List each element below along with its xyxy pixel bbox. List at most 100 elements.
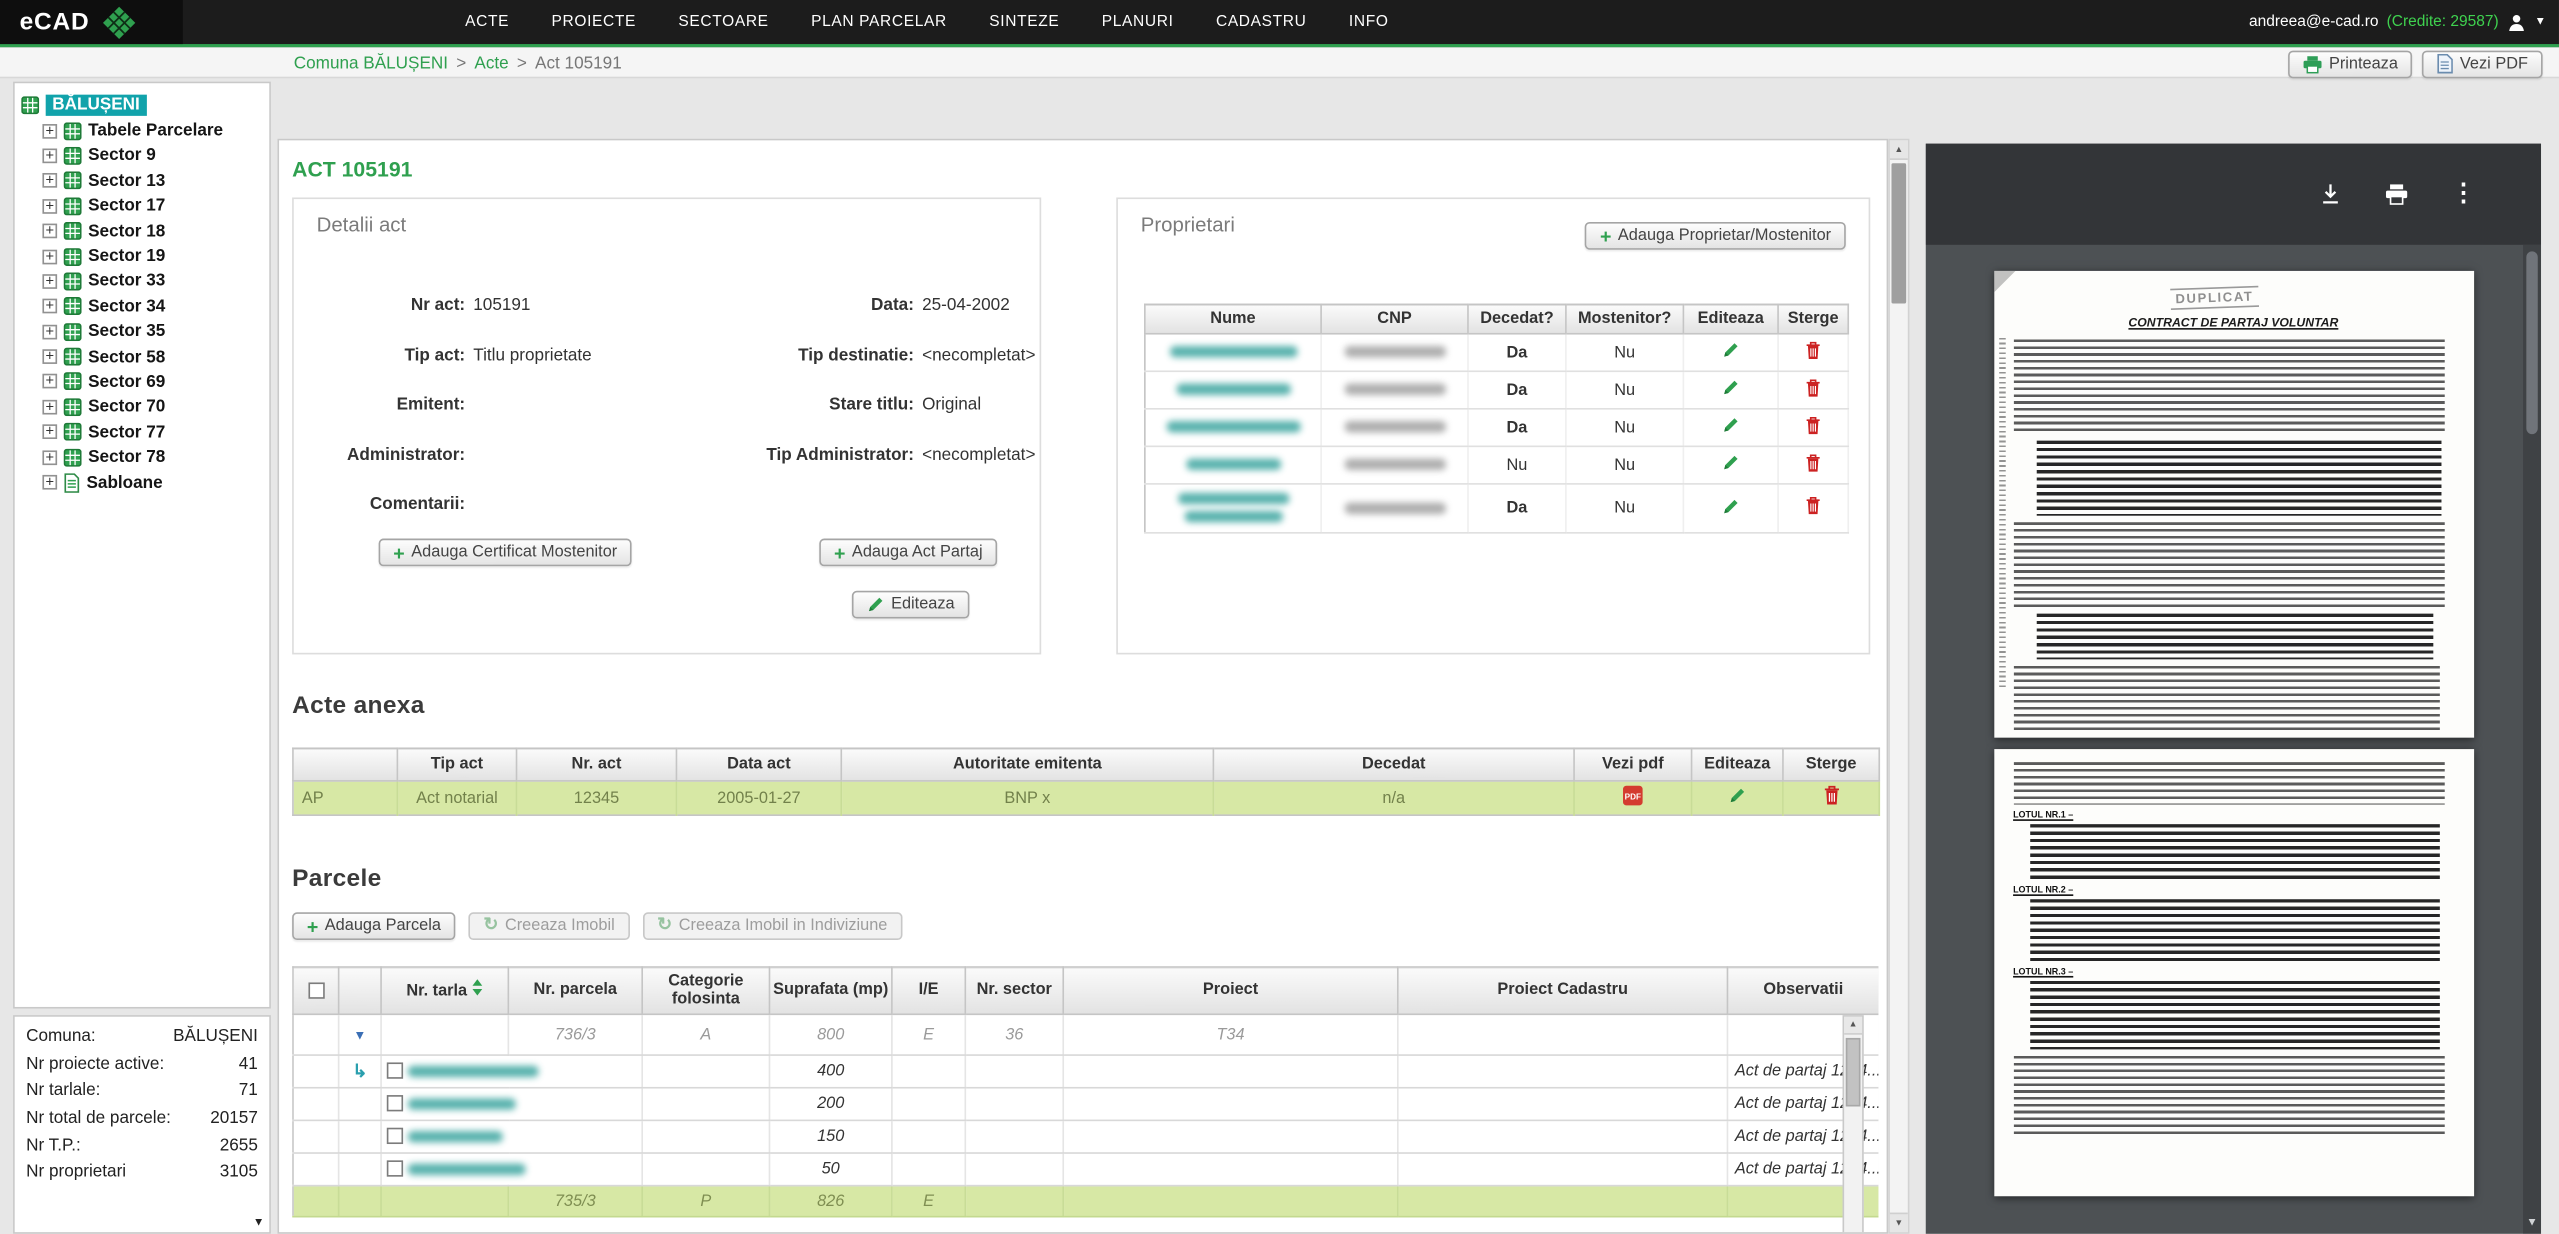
menu-sectoare[interactable]: SECTOARE [678,13,768,31]
breadcrumb-comuna-link[interactable]: Comuna BĂLUȘENI [294,54,448,74]
menu-plan-parcelar[interactable]: PLAN PARCELAR [811,13,947,31]
print-icon[interactable] [2384,183,2408,206]
row-checkbox[interactable] [387,1063,403,1079]
view-pdf-icon-button[interactable]: PDF [1622,785,1643,806]
owner-name-link-redacted[interactable] [1186,459,1281,470]
menu-info[interactable]: INFO [1349,13,1389,31]
tree-item-sector-18[interactable]: +Sector 18 [21,219,263,244]
tree-item-sector-34[interactable]: +Sector 34 [21,294,263,319]
app-logo[interactable]: eCAD [0,0,183,44]
view-pdf-button[interactable]: Vezi PDF [2422,50,2542,78]
tree-item-tabele-parcelare[interactable]: +Tabele Parcelare [21,118,263,143]
tree-item-sector-70[interactable]: +Sector 70 [21,394,263,419]
tree-root-baluseni[interactable]: BĂLUȘENI [21,93,263,118]
parcel-owner-name-redacted[interactable] [408,1163,526,1174]
add-parcel-button[interactable]: +Adauga Parcela [292,912,456,940]
tree-item-sector-69[interactable]: +Sector 69 [21,369,263,394]
download-icon[interactable] [2319,183,2342,206]
row-checkbox[interactable] [387,1096,403,1112]
delete-owner-button[interactable] [1805,415,1821,435]
expand-plus-icon[interactable]: + [42,274,57,289]
owner-cnp-redacted [1344,347,1445,358]
pdf-viewer-panel: ⋮ DUPLICAT CONTRACT DE PARTAJ VOLUNTAR L… [1926,144,2541,1234]
add-certificate-button[interactable]: +Adauga Certificat Mostenitor [379,539,632,567]
parcel-owner-name-redacted[interactable] [408,1131,503,1142]
expand-plus-icon[interactable]: + [42,400,57,415]
owner-name-link-redacted[interactable] [1169,347,1296,358]
expand-plus-icon[interactable]: + [42,249,57,264]
breadcrumb-acte-link[interactable]: Acte [474,54,508,74]
row-checkbox[interactable] [387,1128,403,1144]
parcels-table-scrollbar[interactable]: ▲ [1843,1015,1864,1234]
expand-plus-icon[interactable]: + [42,148,57,163]
delete-owner-button[interactable] [1805,496,1821,516]
more-options-icon[interactable]: ⋮ [2451,183,2475,206]
owner-name-link-redacted[interactable] [1177,493,1288,504]
scroll-up-arrow[interactable]: ▲ [1890,140,1908,160]
collapse-row-icon[interactable]: ▼ [353,1027,366,1042]
row-checkbox[interactable] [387,1161,403,1177]
tree-item-sector-33[interactable]: +Sector 33 [21,269,263,294]
user-menu[interactable]: andreea@e-cad.ro (Credite: 29587) ▼ [2249,0,2546,44]
tree-item-sector-9[interactable]: +Sector 9 [21,143,263,168]
expand-plus-icon[interactable]: + [42,224,57,239]
parcel-owner-name-redacted[interactable] [408,1065,539,1076]
edit-owner-button[interactable] [1722,341,1740,359]
sort-icon[interactable] [472,983,483,1001]
scroll-down-arrow[interactable]: ▼ [2523,1217,2541,1228]
tree-item-sector-77[interactable]: +Sector 77 [21,420,263,445]
delete-owner-button[interactable] [1805,378,1821,398]
tree-item-sector-35[interactable]: +Sector 35 [21,319,263,344]
scrollbar-thumb[interactable] [1846,1038,1861,1107]
expand-plus-icon[interactable]: + [42,174,57,189]
scroll-down-arrow[interactable]: ▼ [253,1217,264,1228]
owner-name-link-redacted[interactable] [1184,511,1282,522]
expand-plus-icon[interactable]: + [42,425,57,440]
expand-plus-icon[interactable]: + [42,123,57,138]
main-scrollbar[interactable]: ▲ ▼ [1888,139,1909,1234]
create-imobil-indiviziune-button[interactable]: ↻Creeaza Imobil in Indiviziune [642,912,902,940]
expand-plus-icon[interactable]: + [42,324,57,339]
scrollbar-thumb[interactable] [2526,251,2537,434]
edit-owner-button[interactable] [1722,416,1740,434]
menu-cadastru[interactable]: CADASTRU [1216,13,1307,31]
edit-annex-button[interactable] [1728,787,1746,805]
menu-sinteze[interactable]: SINTEZE [989,13,1059,31]
scrollbar-thumb[interactable] [1891,163,1906,303]
add-partaj-button[interactable]: +Adauga Act Partaj [819,539,997,567]
owner-name-link-redacted[interactable] [1166,422,1300,433]
edit-owner-button[interactable] [1722,379,1740,397]
tree-item-sector-13[interactable]: +Sector 13 [21,168,263,193]
expand-plus-icon[interactable]: + [42,450,57,465]
tree-item-sector-58[interactable]: +Sector 58 [21,344,263,369]
expand-plus-icon[interactable]: + [42,475,57,490]
menu-planuri[interactable]: PLANURI [1102,13,1174,31]
tree-item-sector-78[interactable]: +Sector 78 [21,445,263,470]
scroll-down-arrow[interactable]: ▼ [1890,1213,1908,1233]
edit-owner-button[interactable] [1722,497,1740,515]
expand-plus-icon[interactable]: + [42,349,57,364]
expand-plus-icon[interactable]: + [42,199,57,214]
expand-plus-icon[interactable]: + [42,375,57,390]
tree-item-sabloane[interactable]: +Sabloane [21,470,263,495]
select-all-checkbox[interactable] [308,982,324,998]
edit-owner-button[interactable] [1722,454,1740,472]
expand-plus-icon[interactable]: + [42,299,57,314]
chevron-down-icon[interactable]: ▼ [2535,16,2546,27]
user-icon[interactable] [2507,12,2527,32]
pdf-scrollbar[interactable]: ▼ [2523,245,2541,1234]
add-owner-button[interactable]: +Adauga Proprietar/Mostenitor [1585,222,1846,250]
delete-annex-button[interactable] [1822,785,1840,806]
delete-owner-button[interactable] [1805,340,1821,360]
scroll-up-arrow[interactable]: ▲ [1844,1017,1862,1035]
menu-proiecte[interactable]: PROIECTE [552,13,636,31]
create-imobil-button[interactable]: ↻Creeaza Imobil [469,912,630,940]
tree-item-sector-17[interactable]: +Sector 17 [21,193,263,218]
tree-item-sector-19[interactable]: +Sector 19 [21,244,263,269]
edit-act-button[interactable]: Editeaza [852,591,969,619]
delete-owner-button[interactable] [1805,453,1821,473]
print-button[interactable]: Printeaza [2288,50,2412,78]
parcel-owner-name-redacted[interactable] [408,1098,516,1109]
owner-name-link-redacted[interactable] [1176,384,1290,395]
menu-acte[interactable]: ACTE [465,13,509,31]
